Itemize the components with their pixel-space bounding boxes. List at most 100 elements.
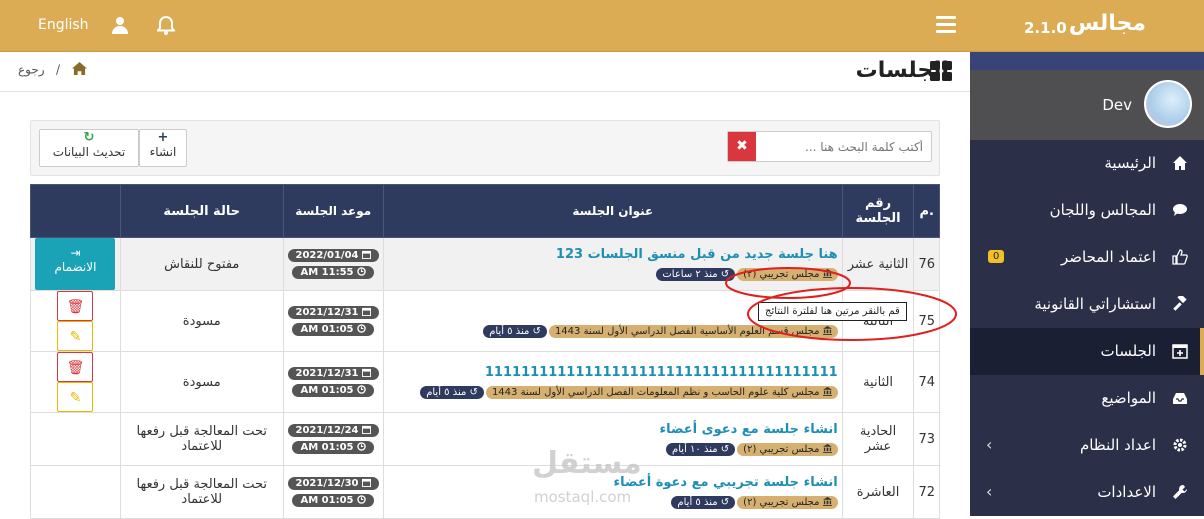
sidebar-item-minutes-approval[interactable]: اعتماد المحاضر 0 bbox=[970, 234, 1204, 281]
council-name: مجلس كلية علوم الحاسب و نظم المعلومات ال… bbox=[491, 387, 820, 398]
time-ago-tag: ↺ منذ ٢ ساعات bbox=[656, 268, 736, 281]
delete-button[interactable]: 🗑 bbox=[57, 291, 94, 321]
refresh-button[interactable]: ↻ تحديث البيانات bbox=[39, 129, 139, 167]
menu-toggle-icon[interactable] bbox=[936, 16, 956, 34]
session-time: AM 01:05 bbox=[300, 442, 354, 453]
session-date: 2021/12/31 bbox=[295, 307, 359, 318]
edit-button[interactable]: ✎ bbox=[57, 321, 94, 351]
sidebar-item-sessions[interactable]: الجلسات bbox=[970, 328, 1204, 375]
top-bar: English bbox=[0, 0, 970, 52]
home-icon[interactable] bbox=[71, 62, 87, 78]
session-date: 2021/12/24 bbox=[295, 425, 359, 436]
pencil-icon: ✎ bbox=[69, 329, 82, 345]
clock-icon bbox=[357, 267, 366, 278]
avatar bbox=[1144, 80, 1192, 128]
cell-index: 76 bbox=[913, 237, 940, 291]
sidebar-item-legal[interactable]: استشاراتي القانونية bbox=[970, 281, 1204, 328]
profile[interactable]: Dev bbox=[970, 70, 1204, 140]
watermark-text: mostaql.com bbox=[534, 488, 632, 506]
sidebar-item-label: اعداد النظام bbox=[1079, 436, 1156, 454]
bank-icon bbox=[822, 269, 832, 280]
join-button[interactable]: ⇥ الانضمام bbox=[35, 238, 116, 290]
table-row[interactable]: تحت المعالجة قبل رفعها للاعتماد 2021/12/2… bbox=[30, 412, 940, 466]
refresh-label: تحديث البيانات bbox=[52, 145, 126, 159]
calendar-icon bbox=[361, 425, 371, 436]
inbox-icon bbox=[1172, 390, 1188, 406]
col-title[interactable]: عنوان الجلسة bbox=[382, 184, 843, 238]
council-name: مجلس تجريبي (٢) bbox=[743, 444, 820, 455]
cell-title: 1234 مجلس قسم العلوم الأساسية الفصل الدر… bbox=[382, 290, 843, 352]
thumbs-up-icon bbox=[1172, 249, 1188, 265]
brand-version: 2.1.0 bbox=[1024, 19, 1067, 37]
council-tag[interactable]: مجلس قسم العلوم الأساسية الفصل الدراسي ا… bbox=[548, 325, 838, 338]
sidebar-item-system-setup[interactable]: اعداد النظام ‹ bbox=[970, 422, 1204, 469]
trash-icon: 🗑 bbox=[66, 360, 85, 376]
session-title-link[interactable]: 111111111111111111111111111111111111111 bbox=[388, 365, 838, 380]
toolbar: ↻ تحديث البيانات + انشاء ✖ bbox=[30, 120, 940, 176]
time-ago: منذ ٥ أيام bbox=[489, 326, 530, 337]
refresh-icon: ↻ bbox=[83, 130, 95, 145]
time-pill: AM 01:05 bbox=[292, 494, 374, 507]
cell-title: هنا جلسة جديد من قبل منسق الجلسات 123 مج… bbox=[382, 237, 843, 291]
chevron-left-icon: ‹ bbox=[986, 435, 993, 454]
time-pill: AM 11:55 bbox=[292, 266, 374, 279]
calendar-icon bbox=[361, 478, 371, 489]
council-tag[interactable]: مجلس تجريبي (٢) bbox=[737, 496, 838, 509]
breadcrumb: رجوع / bbox=[18, 62, 87, 78]
session-date: 2021/12/30 bbox=[295, 478, 359, 489]
bank-icon bbox=[822, 326, 832, 337]
date-pill: 2021/12/31 bbox=[287, 306, 379, 319]
table-row[interactable]: تحت المعالجة قبل رفعها للاعتماد 2021/12/3… bbox=[30, 465, 940, 519]
col-index[interactable]: م. bbox=[913, 184, 940, 238]
delete-button[interactable]: 🗑 bbox=[57, 352, 94, 382]
sidebar-item-home[interactable]: الرئيسية bbox=[970, 140, 1204, 187]
council-tag[interactable]: مجلس كلية علوم الحاسب و نظم المعلومات ال… bbox=[485, 386, 838, 399]
search-input[interactable] bbox=[755, 132, 931, 161]
sidebar-item-label: المجالس واللجان bbox=[1049, 201, 1156, 219]
col-date[interactable]: موعد الجلسة bbox=[282, 184, 384, 238]
language-switch[interactable]: English bbox=[38, 17, 89, 33]
date-pill: 2021/12/24 bbox=[287, 424, 379, 437]
col-state[interactable]: حالة الجلسة bbox=[119, 184, 284, 238]
sidebar-item-label: الجلسات bbox=[1100, 342, 1156, 360]
time-ago-tag: ↺ منذ ٥ أيام bbox=[671, 496, 736, 509]
session-title-link[interactable]: انشاء جلسة مع دعوى أعضاء bbox=[388, 422, 837, 437]
calendar-icon bbox=[361, 368, 371, 379]
brand-name: مجالس bbox=[1068, 11, 1146, 36]
date-pill: 2021/12/31 bbox=[287, 367, 379, 380]
breadcrumb-back[interactable]: رجوع bbox=[18, 63, 45, 77]
time-pill: AM 01:05 bbox=[292, 384, 374, 397]
session-time: AM 01:05 bbox=[300, 385, 354, 396]
council-tag[interactable]: مجلس تجريبي (٢) bbox=[737, 268, 838, 281]
session-title-link[interactable]: هنا جلسة جديد من قبل منسق الجلسات 123 bbox=[388, 247, 838, 262]
cell-actions: ⇥ الانضمام bbox=[30, 237, 121, 291]
cell-title: 111111111111111111111111111111111111111 … bbox=[382, 351, 843, 413]
date-pill: 2021/12/30 bbox=[287, 477, 379, 490]
cell-number: الحادية عشر bbox=[841, 412, 915, 466]
table-row[interactable]: 🗑✎مسودة2021/12/31 AM 01:05 1234 مجلس قسم… bbox=[30, 290, 940, 352]
cell-date: 2021/12/30 AM 01:05 bbox=[282, 465, 384, 519]
history-icon: ↺ bbox=[720, 497, 730, 508]
sidebar-item-topics[interactable]: المواضيع bbox=[970, 375, 1204, 422]
cog-icon bbox=[1172, 437, 1188, 453]
edit-button[interactable]: ✎ bbox=[57, 382, 94, 412]
cell-date: 2021/12/31 AM 01:05 bbox=[282, 290, 384, 352]
cell-state: مسودة bbox=[119, 351, 284, 413]
create-button[interactable]: + انشاء bbox=[139, 129, 187, 167]
sidebar-item-settings[interactable]: الاعدادات ‹ bbox=[970, 469, 1204, 516]
clear-search-button[interactable]: ✖ bbox=[728, 132, 756, 161]
sidebar-item-councils[interactable]: المجالس واللجان bbox=[970, 187, 1204, 234]
council-tag[interactable]: مجلس تجريبي (٢) bbox=[737, 443, 838, 456]
bell-icon[interactable] bbox=[155, 15, 177, 39]
session-time: AM 01:05 bbox=[300, 495, 354, 506]
col-number[interactable]: رقم الجلسة bbox=[841, 184, 915, 238]
grid-icon bbox=[930, 61, 952, 85]
time-pill: AM 01:05 bbox=[292, 323, 374, 336]
table-row[interactable]: ⇥ الانضمام مفتوح للنقاش 2022/01/04 AM 11:55… bbox=[30, 237, 940, 291]
time-ago-tag: ↺ منذ ٥ أيام bbox=[420, 386, 484, 399]
table-row[interactable]: 🗑 ✎ مسودة 2021/12/31 AM 01:05 1111111111111… bbox=[30, 351, 940, 413]
user-icon[interactable] bbox=[112, 16, 128, 38]
cell-state: مفتوح للنقاش bbox=[119, 237, 284, 291]
sidebar-item-label: اعتماد المحاضر bbox=[1060, 248, 1156, 266]
cell-index: 75 bbox=[913, 290, 940, 352]
